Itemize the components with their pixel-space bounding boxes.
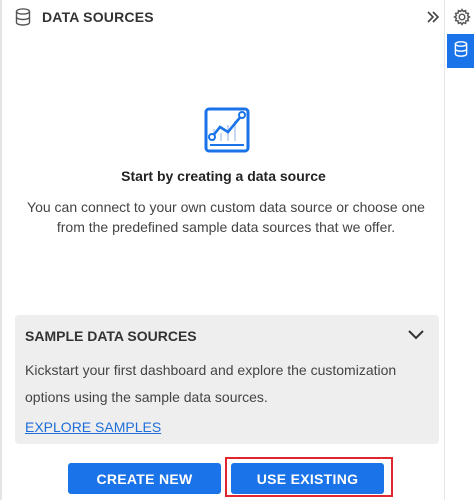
right-rail [445,0,474,500]
chevron-down-icon[interactable] [407,328,425,342]
line-chart-icon [204,107,250,153]
explore-samples-link[interactable]: EXPLORE SAMPLES [25,419,161,435]
sample-section-description: Kickstart your first dashboard and explo… [25,362,397,405]
panel-title: DATA SOURCES [42,9,154,25]
gear-icon[interactable] [453,8,471,26]
data-sources-rail-button[interactable] [447,34,474,68]
double-chevron-right-icon[interactable] [425,9,441,25]
database-icon [454,40,468,62]
empty-state-title: Start by creating a data source [121,168,326,184]
data-sources-panel: DATA SOURCES Start by creating a data so… [2,0,445,500]
panel-header: DATA SOURCES [2,0,445,34]
sample-section-title: SAMPLE DATA SOURCES [25,328,197,344]
app-window: DATA SOURCES Start by creating a data so… [0,0,474,500]
create-new-button[interactable]: CREATE NEW [68,463,221,494]
empty-state-description: You can connect to your own custom data … [27,199,425,235]
database-icon [15,8,31,26]
use-existing-button[interactable]: USE EXISTING [231,463,384,494]
sample-data-sources-card: SAMPLE DATA SOURCES Kickstart your first… [15,315,439,444]
